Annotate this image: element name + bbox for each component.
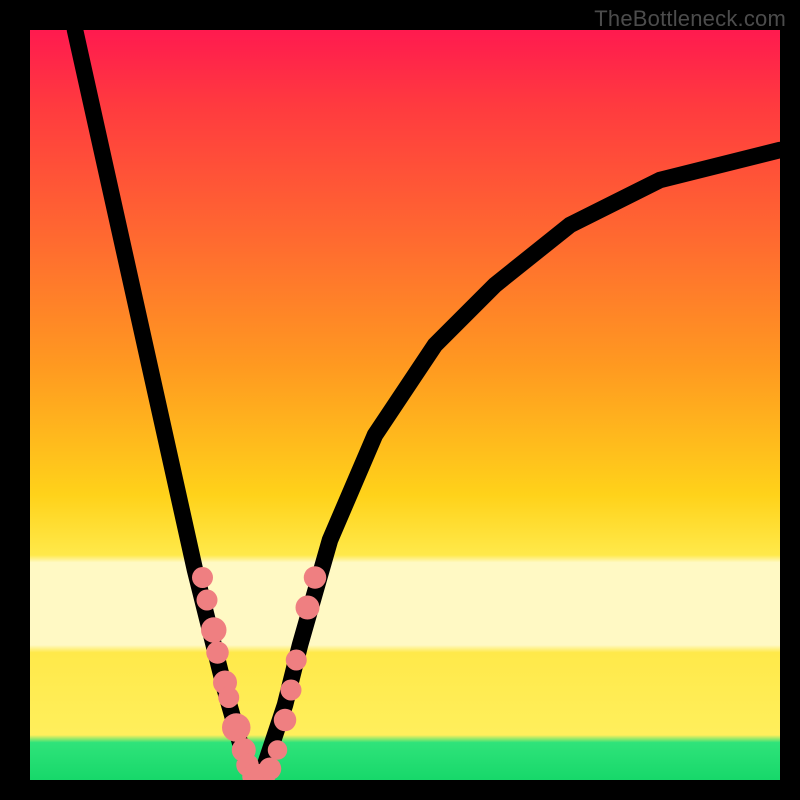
data-marker	[218, 687, 239, 708]
chart-svg	[30, 30, 780, 780]
data-marker	[281, 680, 302, 701]
data-marker	[197, 590, 218, 611]
data-marker-group	[192, 566, 326, 780]
data-marker	[296, 596, 320, 620]
data-marker	[304, 566, 327, 589]
data-marker	[274, 709, 297, 732]
data-marker	[286, 650, 307, 671]
bottleneck-curve	[75, 30, 780, 780]
data-marker	[259, 758, 282, 781]
chart-plot-area	[30, 30, 780, 780]
watermark-label: TheBottleneck.com	[594, 6, 786, 32]
data-marker	[201, 617, 226, 643]
data-marker	[192, 567, 213, 588]
data-marker	[222, 713, 251, 742]
chart-frame: TheBottleneck.com	[0, 0, 800, 800]
data-marker	[206, 641, 229, 664]
data-marker	[268, 740, 288, 759]
